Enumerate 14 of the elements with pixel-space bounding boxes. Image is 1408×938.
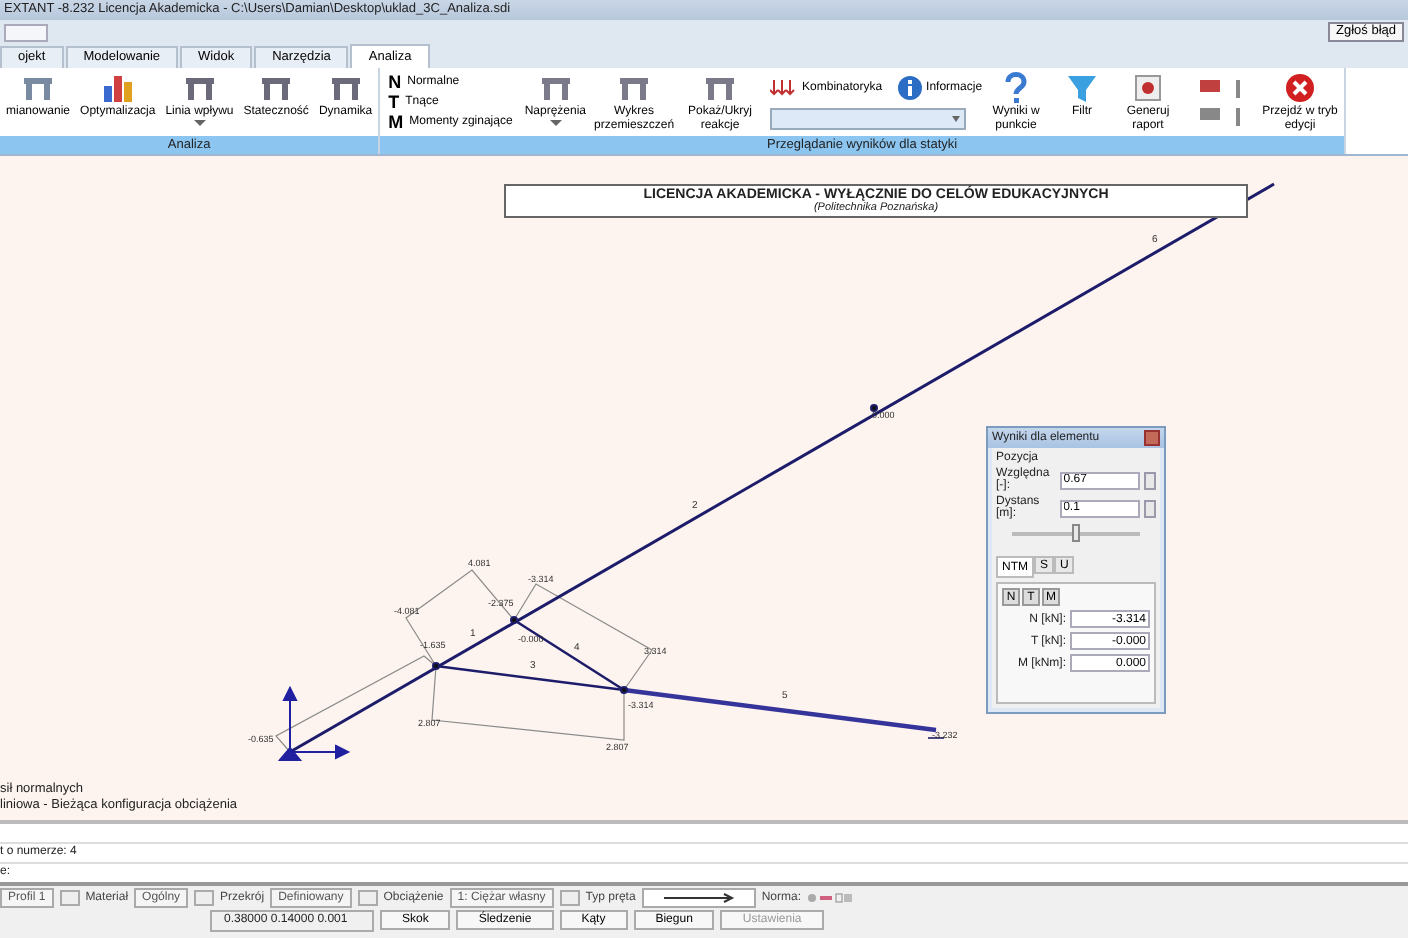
slider-thumb[interactable] [1072,524,1080,542]
ribbon-icon [1130,70,1167,106]
ribbon-icon [99,70,136,106]
browse-button[interactable] [357,889,378,905]
close-button[interactable] [1144,430,1160,446]
browse-button[interactable] [559,889,580,905]
info-icon [898,75,923,99]
quick-access-toolbar[interactable] [4,23,48,41]
browse-button[interactable] [194,889,215,905]
arrows-icon [770,79,799,95]
axis-arrows [277,685,351,761]
combination-dropdown[interactable] [770,107,967,129]
norm-icons[interactable] [806,891,855,903]
browse-button[interactable] [59,889,80,905]
